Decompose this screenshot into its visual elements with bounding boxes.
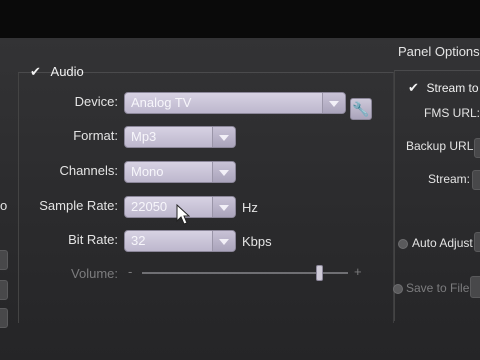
device-value: Analog TV: [131, 95, 192, 110]
panel-options-label: Panel Options:: [398, 44, 480, 59]
stream-to-checkbox[interactable]: ✔ Stream to: [408, 80, 479, 96]
save-to-file-label: Save to File: [406, 281, 470, 295]
wrench-icon[interactable]: 🔧: [350, 98, 372, 120]
chevron-down-icon[interactable]: [322, 93, 345, 113]
backup-url-label: Backup URL:: [406, 139, 477, 153]
volume-slider-thumb[interactable]: [316, 265, 324, 281]
stream-input[interactable]: [472, 170, 480, 190]
checkmark-icon: ✔: [30, 64, 41, 79]
auto-adjust-field[interactable]: [474, 232, 480, 252]
left-edge-button-1[interactable]: [0, 250, 8, 270]
bit-rate-value: 32: [131, 233, 146, 248]
sample-rate-label: Sample Rate:: [39, 198, 118, 213]
save-to-file-input[interactable]: [470, 276, 480, 298]
channels-select[interactable]: Mono: [124, 161, 236, 183]
sample-rate-value: 22050: [131, 199, 168, 214]
mouse-pointer-icon: [176, 204, 190, 225]
chevron-down-icon[interactable]: [212, 127, 235, 147]
chevron-down-icon[interactable]: [212, 162, 235, 182]
format-select[interactable]: Mp3: [124, 126, 236, 148]
audio-checkbox[interactable]: ✔ Audio: [30, 64, 84, 80]
device-select[interactable]: Analog TV: [124, 92, 346, 114]
left-edge-glyph: o: [0, 198, 8, 213]
channels-label: Channels:: [59, 163, 118, 178]
volume-plus-icon: +: [354, 264, 362, 279]
backup-url-input[interactable]: [474, 138, 480, 158]
top-dark-bar: [0, 0, 480, 38]
volume-label: Volume:: [71, 266, 118, 281]
auto-adjust-label: Auto Adjust: [412, 236, 473, 250]
chevron-down-icon[interactable]: [212, 231, 235, 251]
fms-url-label: FMS URL:: [424, 106, 480, 120]
chevron-down-icon[interactable]: [212, 197, 235, 217]
checkmark-icon: ✔: [408, 80, 419, 95]
bit-rate-label: Bit Rate:: [68, 232, 118, 247]
stream-to-label: Stream to: [426, 81, 479, 95]
left-edge-button-2[interactable]: [0, 280, 8, 300]
bit-rate-unit: Kbps: [242, 234, 272, 249]
device-label: Device:: [74, 94, 118, 109]
format-value: Mp3: [131, 129, 157, 144]
channels-value: Mono: [131, 164, 164, 179]
stream-label: Stream:: [428, 172, 471, 186]
format-label: Format:: [73, 128, 118, 143]
left-edge-button-3[interactable]: [0, 308, 8, 328]
volume-minus-icon: -: [128, 264, 133, 279]
audio-label: Audio: [50, 64, 84, 79]
auto-adjust-checkbox[interactable]: [398, 239, 408, 249]
sample-rate-unit: Hz: [242, 200, 258, 215]
bit-rate-select[interactable]: 32: [124, 230, 236, 252]
save-to-file-checkbox[interactable]: [393, 284, 403, 294]
